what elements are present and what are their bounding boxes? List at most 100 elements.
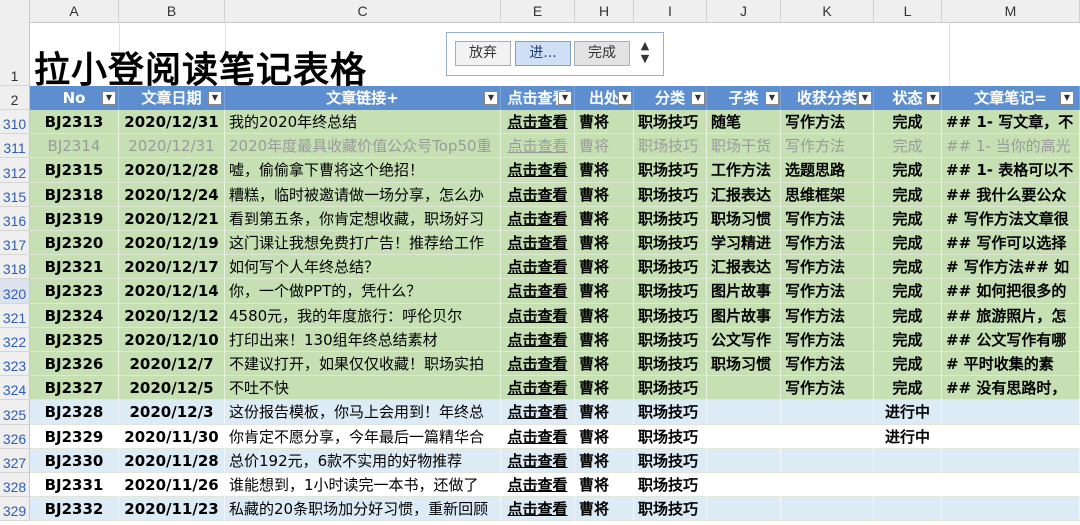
row-number-1[interactable]: 1 [0,23,30,86]
row-number[interactable]: 325 [0,400,30,425]
column-b-header[interactable]: B [119,0,225,23]
filter-dropdown-icon[interactable]: ▼ [691,91,705,105]
column-k-header[interactable]: K [781,0,874,23]
cell-title: 你肯定不愿分享，今年最后一篇精华合 [225,424,501,449]
row-number[interactable]: 311 [0,134,30,159]
spin-up-icon[interactable]: ▲ [635,39,655,52]
cell-no: BJ2332 [30,497,119,522]
row-number[interactable]: 322 [0,327,30,352]
column-m-header[interactable]: M [942,0,1080,23]
cell-date: 2020/12/31 [119,134,225,159]
spinner[interactable]: ▲ ▼ [635,39,655,69]
table-row[interactable]: BJ2315 2020/12/28 嘘，偷偷拿下曹将这个绝招！ 点击查看 曹将 职场技巧工… [30,158,1080,183]
cell-status: 完成 [874,182,942,207]
column-l-header[interactable]: L [874,0,942,23]
row-number[interactable]: 329 [0,497,30,522]
table-row[interactable]: BJ2325 2020/12/10 打印出来！130组年终总结素材 点击查看 曹将 职场技… [30,327,1080,352]
cell-source: 曹将 [575,255,634,280]
filter-active-icon[interactable]: ▼ [926,91,940,105]
filter-dropdown-icon[interactable]: ▼ [765,91,779,105]
cell-subcategory: 汇报表达 [707,255,781,280]
row-number[interactable]: 323 [0,352,30,377]
table-row[interactable]: BJ2313 2020/12/31 我的2020年终总结 点击查看 曹将 职场技巧 随笔 写作… [30,110,1080,135]
in-progress-button[interactable]: 进... [515,41,571,66]
cell-view-link[interactable]: 点击查看 [501,448,575,473]
table-row[interactable]: BJ2324 2020/12/12 4580元，我的年度旅行：呼伦贝尔 点击查看 曹将职… [30,303,1080,328]
table-row[interactable]: BJ2321 2020/12/17 如何写个人年终总结？ 点击查看 曹将 职场技巧 汇报表达… [30,255,1080,280]
cell-view-link[interactable]: 点击查看 [501,424,575,449]
header-link: 文章链接+ [225,86,501,110]
filter-dropdown-icon[interactable]: ▼ [858,91,872,105]
column-i-header[interactable]: I [634,0,707,23]
column-h-header[interactable]: H [575,0,634,23]
select-all-corner[interactable] [0,0,30,23]
filter-dropdown-icon[interactable]: ▼ [1060,91,1074,105]
row-number[interactable]: 316 [0,206,30,231]
cell-title: 嘘，偷偷拿下曹将这个绝招！ [225,158,501,183]
cell-source: 曹将 [575,231,634,255]
spin-down-icon[interactable]: ▼ [635,52,655,65]
row-number[interactable]: 312 [0,158,30,183]
cell-view-link[interactable]: 点击查看 [501,400,575,425]
cell-gain: 写作方法 [781,206,874,231]
cell-view-link[interactable]: 点击查看 [501,255,575,280]
row-number[interactable]: 318 [0,255,30,280]
cell-view-link[interactable]: 点击查看 [501,158,575,183]
table-row[interactable]: BJ2329 2020/11/30 你肯定不愿分享，今年最后一篇精华合 点击查看 曹将职… [30,424,1080,449]
table-row[interactable]: BJ2319 2020/12/21 看到第五条，你肯定想收藏，职场好习 点击查看 曹将职… [30,206,1080,231]
column-c-header[interactable]: C [225,0,501,23]
row-number-2[interactable]: 2 [0,86,30,110]
cell-notes: ## 1- 表格可以不 [942,158,1080,183]
row-number[interactable]: 327 [0,448,30,473]
row-number[interactable]: 321 [0,303,30,328]
cell-view-link[interactable]: 点击查看 [501,182,575,207]
table-row[interactable]: BJ2328 2020/12/3 这份报告模板，你马上会用到！年终总 点击查看 曹将 职场… [30,400,1080,425]
cell-status [874,448,942,473]
cell-status: 完成 [874,134,942,159]
cell-view-link[interactable]: 点击查看 [501,303,575,328]
cell-view-link[interactable]: 点击查看 [501,110,575,134]
cell-view-link[interactable]: 点击查看 [501,327,575,352]
cell-notes: ## 公文写作有哪 [942,327,1080,352]
table-row[interactable]: BJ2332 2020/11/23 私藏的20条职场加分好习惯，重新回顾 点击查看 曹将… [30,497,1080,522]
done-button[interactable]: 完成 [574,41,630,66]
cell-view-link[interactable]: 点击查看 [501,376,575,401]
table-row[interactable]: BJ2320 2020/12/19 这门课让我想免费打广告！推荐给工作 点击查看 曹将职… [30,231,1080,256]
column-e-header[interactable]: E [501,0,575,23]
row-number[interactable]: 328 [0,473,30,498]
cell-date: 2020/12/14 [119,279,225,304]
filter-active-icon[interactable]: ▼ [618,91,632,105]
table-row[interactable]: BJ2318 2020/12/24 糟糕，临时被邀请做一场分享，怎么办 点击查看 曹将职… [30,182,1080,207]
row-number[interactable]: 324 [0,376,30,401]
cell-view-link[interactable]: 点击查看 [501,231,575,255]
cell-view-link[interactable]: 点击查看 [501,497,575,522]
table-row[interactable]: BJ2326 2020/12/7 不建议打开，如果仅仅收藏！职场实拍 点击查看 曹将 职场… [30,352,1080,377]
cell-date: 2020/12/17 [119,255,225,280]
table-row[interactable]: BJ2331 2020/11/26 谁能想到，1小时读完一本书，还做了 点击查看 曹将职… [30,473,1080,498]
give-up-button[interactable]: 放弃 [455,41,511,66]
table-row[interactable]: BJ2314 2020/12/31 2020年度最具收藏价值公众号Top50重 点击查… [30,134,1080,159]
cell-date: 2020/12/10 [119,327,225,352]
cell-view-link[interactable]: 点击查看 [501,279,575,304]
cell-source: 曹将 [575,134,634,159]
cell-view-link[interactable]: 点击查看 [501,206,575,231]
column-a-header[interactable]: A [30,0,119,23]
table-row[interactable]: BJ2323 2020/12/14 你，一个做PPT的，凭什么？ 点击查看 曹将 职场技巧… [30,279,1080,304]
filter-dropdown-icon[interactable]: ▼ [484,91,498,105]
row-number[interactable]: 315 [0,182,30,207]
cell-category: 职场技巧 [634,327,707,352]
row-number[interactable]: 310 [0,110,30,135]
row-number[interactable]: 317 [0,231,30,256]
filter-dropdown-icon[interactable]: ▼ [208,91,222,105]
filter-dropdown-icon[interactable]: ▼ [102,91,116,105]
cell-view-link[interactable]: 点击查看 [501,473,575,497]
cell-date: 2020/12/24 [119,182,225,207]
table-row[interactable]: BJ2330 2020/11/28 总价192元，6款不实用的好物推荐 点击查看 曹将职… [30,448,1080,473]
row-number[interactable]: 320 [0,279,30,304]
cell-view-link[interactable]: 点击查看 [501,134,575,159]
table-row[interactable]: BJ2327 2020/12/5 不吐不快 点击查看 曹将 职场技巧 写作方法 完成 ## 没有… [30,376,1080,401]
row-number[interactable]: 326 [0,424,30,449]
cell-view-link[interactable]: 点击查看 [501,352,575,376]
filter-dropdown-icon[interactable]: ▼ [558,91,572,105]
column-j-header[interactable]: J [707,0,781,23]
